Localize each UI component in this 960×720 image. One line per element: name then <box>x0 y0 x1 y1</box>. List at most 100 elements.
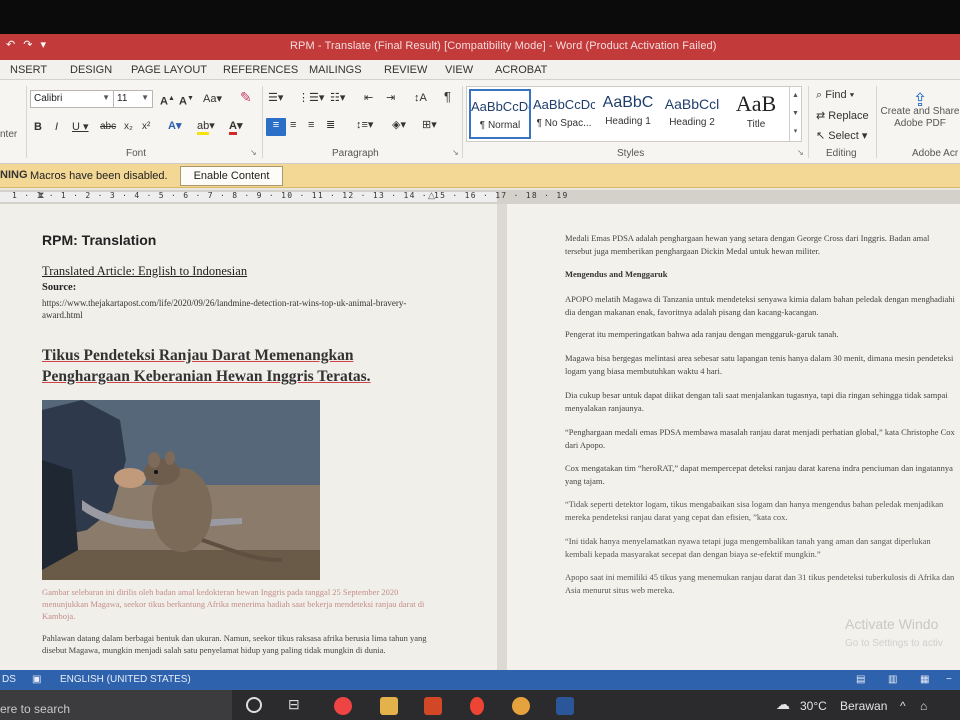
print-layout-icon[interactable]: ▥ <box>888 674 897 685</box>
style-no-spacing[interactable]: AaBbCcDc ¶ No Spac... <box>533 89 595 139</box>
font-dialog-launcher-icon[interactable]: ↘ <box>250 146 257 160</box>
underline-button[interactable]: U ▾ <box>72 120 89 134</box>
task-view-icon[interactable]: ⊟ <box>288 696 306 714</box>
zoom-out-icon[interactable]: − <box>946 674 952 685</box>
tab-insert[interactable]: NSERT <box>10 60 47 76</box>
style-title[interactable]: AaB Title <box>725 89 787 139</box>
weather-desc[interactable]: Berawan <box>840 699 887 713</box>
font-name-select[interactable]: Calibri ▼ <box>30 90 114 108</box>
find-button[interactable]: ⌕ Find ▾ <box>816 89 854 102</box>
style-sample: AaB <box>735 91 777 116</box>
shrink-font-button[interactable]: A▼ <box>179 92 194 109</box>
change-case-button[interactable]: Aa▾ <box>203 92 222 106</box>
word-icon[interactable] <box>556 697 574 715</box>
paragraph-dialog-launcher-icon[interactable]: ↘ <box>452 146 459 160</box>
window-title: RPM - Translate (Final Result) [Compatib… <box>290 40 717 52</box>
more-styles-icon[interactable]: ▾ <box>790 123 801 141</box>
customize-qat-icon[interactable]: ▾ <box>40 38 46 51</box>
select-button[interactable]: ↖ Select ▾ <box>816 129 867 142</box>
increase-indent-button[interactable]: ⇥ <box>386 91 395 105</box>
tab-references[interactable]: REFERENCES <box>223 60 298 76</box>
file-explorer-icon[interactable] <box>380 697 398 715</box>
bold-button[interactable]: B <box>34 120 42 134</box>
style-heading-2[interactable]: AaBbCcl Heading 2 <box>661 89 723 139</box>
numbering-button[interactable]: ⋮☰▾ <box>298 91 324 105</box>
text-effects-button[interactable]: A▾ <box>168 119 181 133</box>
font-name-value: Calibri <box>34 93 63 104</box>
powerpoint-icon[interactable] <box>424 697 442 715</box>
title-bar: ↶ ↷ ▾ RPM - Translate (Final Result) [Co… <box>0 34 960 60</box>
font-size-select[interactable]: 11 ▼ <box>113 90 153 108</box>
justify-button[interactable]: ≣ <box>326 118 335 132</box>
style-sample: AaBbCcl <box>664 96 720 112</box>
strikethrough-button[interactable]: abc <box>100 120 116 134</box>
superscript-button[interactable]: x² <box>142 120 150 134</box>
network-icon[interactable]: ⌂ <box>920 699 927 713</box>
chrome-icon[interactable] <box>334 697 352 715</box>
replace-button[interactable]: ⇄ Replace <box>816 109 869 122</box>
pdf-share-icon: ⇪ <box>912 90 928 110</box>
align-right-button[interactable]: ≡ <box>308 118 314 132</box>
subscript-button[interactable]: x₂ <box>124 120 133 134</box>
chrome-canary-icon[interactable] <box>512 697 530 715</box>
highlight-color-button[interactable]: ab▾ <box>197 119 215 135</box>
replace-icon: ⇄ <box>816 110 829 122</box>
bullets-button[interactable]: ☰▾ <box>268 91 283 105</box>
tab-design[interactable]: DESIGN <box>70 60 112 76</box>
status-bar: DS ▣ ENGLISH (UNITED STATES) ▤ ▥ ▦ − <box>0 670 960 690</box>
activate-windows-hint: Go to Settings to activ <box>845 638 943 649</box>
styles-dialog-launcher-icon[interactable]: ↘ <box>797 146 804 160</box>
taskbar-search[interactable]: ere to search <box>0 690 232 720</box>
horizontal-ruler[interactable]: 1 · 1 · 1 · 2 · 3 · 4 · 5 · 6 · 7 · 8 · … <box>0 190 960 204</box>
tab-acrobat[interactable]: ACROBAT <box>495 60 547 76</box>
grow-font-button[interactable]: A▲ <box>160 92 175 109</box>
right-indent-marker-icon[interactable]: △ <box>428 190 435 201</box>
document-page-left[interactable]: RPM: Translation Translated Article: Eng… <box>0 204 497 670</box>
article-title: Tikus Pendeteksi Ranjau Darat Memenangka… <box>42 347 371 385</box>
line-spacing-button[interactable]: ↕≡▾ <box>356 118 373 132</box>
style-heading-1[interactable]: AaBbC Heading 1 <box>597 89 659 139</box>
sort-button[interactable]: ↕A <box>414 91 427 105</box>
align-left-button[interactable]: ≡ <box>266 118 286 136</box>
read-mode-icon[interactable]: ▤ <box>856 674 865 685</box>
enable-content-button[interactable]: Enable Content <box>180 166 283 186</box>
redo-icon[interactable]: ↷ <box>23 38 32 51</box>
undo-icon[interactable]: ↶ <box>6 38 15 51</box>
weather-temp[interactable]: 30°C <box>800 699 827 713</box>
styles-scroll[interactable]: ▲ ▼ ▾ <box>789 87 801 141</box>
web-layout-icon[interactable]: ▦ <box>920 674 929 685</box>
taskbar: ere to search ⊟ ☁ 30°C Berawan ^ ⌂ <box>0 690 960 720</box>
group-separator <box>26 86 27 158</box>
decrease-indent-button[interactable]: ⇤ <box>364 91 373 105</box>
task-view-circle-icon[interactable] <box>246 697 262 713</box>
tray-chevron-icon[interactable]: ^ <box>900 699 906 713</box>
style-sample: AaBbC <box>602 94 654 111</box>
borders-button[interactable]: ⊞▾ <box>422 118 437 132</box>
doc-source-label: Source: <box>42 282 77 293</box>
align-center-button[interactable]: ≡ <box>290 118 296 132</box>
page-separator <box>497 204 507 670</box>
create-pdf-button[interactable]: ⇪ Create and Share Adobe PDF <box>880 90 960 130</box>
chevron-down-icon[interactable]: ▼ <box>790 105 801 123</box>
indent-marker-icon[interactable]: ⧗ <box>38 190 44 201</box>
italic-button[interactable]: I <box>55 120 58 134</box>
document-page-right[interactable]: Medali Emas PDSA adalah penghargaan hewa… <box>507 204 960 670</box>
opera-icon[interactable] <box>470 697 484 715</box>
chevron-up-icon[interactable]: ▲ <box>790 87 801 105</box>
style-normal[interactable]: AaBbCcDc ¶ Normal <box>469 89 531 139</box>
paragraph: Pengerat itu memperingatkan bahwa ada ra… <box>565 329 839 339</box>
shading-button[interactable]: ◈▾ <box>392 118 406 132</box>
tab-mailings[interactable]: MAILINGS <box>309 60 362 76</box>
tab-view[interactable]: VIEW <box>445 60 473 76</box>
language-indicator[interactable]: ENGLISH (UNITED STATES) <box>60 674 191 685</box>
tab-review[interactable]: REVIEW <box>384 60 427 76</box>
style-name: ¶ Normal <box>479 120 521 131</box>
doc-source-url[interactable]: https://www.thejakartapost.com/life/2020… <box>42 297 442 321</box>
word-count[interactable]: DS <box>2 674 16 685</box>
multilevel-list-button[interactable]: ☷▾ <box>330 91 345 105</box>
font-color-button[interactable]: A▾ <box>229 119 242 135</box>
proofing-icon[interactable]: ▣ <box>32 674 41 685</box>
clear-formatting-icon[interactable]: ✎ <box>240 90 252 104</box>
tab-page-layout[interactable]: PAGE LAYOUT <box>131 60 207 76</box>
show-formatting-marks-icon[interactable]: ¶ <box>444 90 451 104</box>
